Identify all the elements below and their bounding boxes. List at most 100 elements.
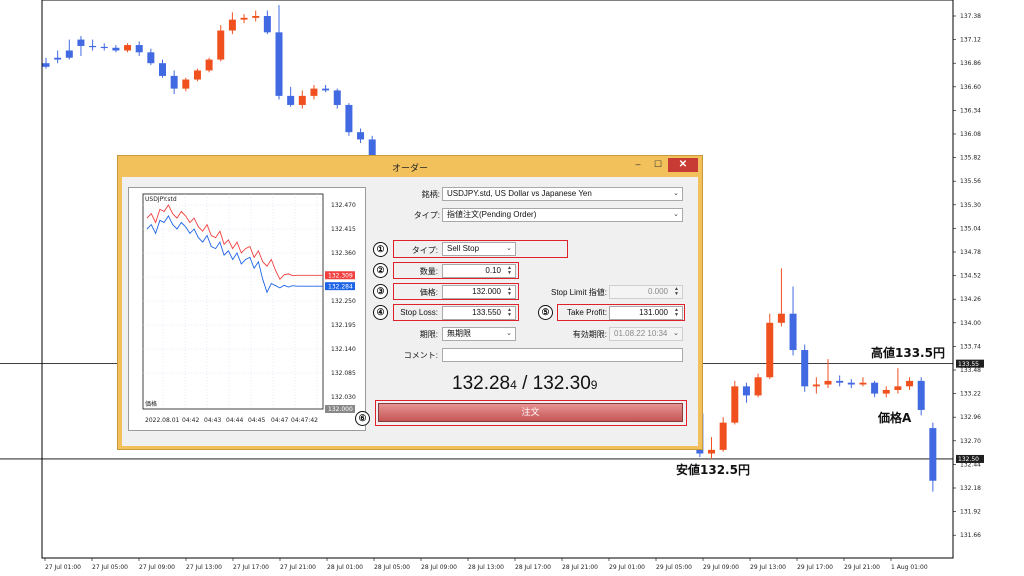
price-label: 価格: [419,288,438,297]
take-profit-stepper[interactable]: 131.000 ▲ ▼ [609,306,683,320]
candle-body [89,45,97,48]
spin-arrows-icon: ▲ ▼ [674,286,679,297]
price-axis-label: 133.74 [960,343,981,350]
candle-body [929,428,937,481]
candle-body [882,389,890,394]
candle [112,45,120,53]
candle [719,417,727,452]
candle-body [240,17,248,20]
bid-price-tag-text: 132.284 [328,283,353,290]
candle-body [147,52,155,64]
spin-arrows-icon[interactable]: ▲ ▼ [505,266,514,276]
candle-body [135,45,143,53]
tick-chart-panel: USDJPY.std 132.470 132.415 132.360 132.250 13… [128,187,366,431]
candle [298,90,306,109]
order-type-select[interactable]: Sell Stop ⌄ [442,242,516,256]
stop-limit-stepper: 0.000 ▲ ▼ [609,285,683,299]
spin-arrows-icon[interactable]: ▲ ▼ [505,287,514,297]
price-axis-label: 134.26 [960,296,981,303]
chevron-down-icon: ⌄ [506,330,512,337]
place-order-button[interactable]: 注文 [378,403,683,422]
bid-pip: 4 [510,378,517,392]
dialog-titlebar[interactable]: オーダー – ☐ ✕ [118,156,702,177]
candle-body [287,95,295,105]
maximize-button[interactable]: ☐ [649,158,667,172]
candle [777,268,785,327]
price-axis-label: 136.08 [960,131,981,138]
dialog-title: オーダー [391,163,428,173]
candle [77,35,85,56]
candle-body [847,382,855,385]
badge-3: ③ [373,284,388,299]
candle-body [112,47,120,51]
candle [100,43,108,51]
candle-body [54,57,62,60]
candle-body [310,88,318,96]
candle [742,382,750,403]
candle-body [345,104,353,133]
price-axis-label: 133.48 [960,367,981,374]
badge-2: ② [373,263,388,278]
symbol-select[interactable]: USDJPY.std, US Dollar vs Japanese Yen ⌄ [442,187,683,201]
candle-body [298,95,306,105]
candle [836,375,844,387]
price-axis-label: 136.86 [960,60,981,67]
time-axis-label: 29 Jul 01:00 [609,564,645,571]
candle [124,43,132,53]
candle [333,88,341,109]
low-price-tag-text: 132.50 [958,456,979,463]
candle-body [754,377,762,396]
take-profit-label: Take Profit: [566,308,607,317]
candle [789,286,797,356]
tick-time-label: 04:47 [271,417,288,424]
price-axis-label: 134.52 [960,273,981,280]
minimize-button[interactable]: – [629,158,647,172]
time-axis-label: 27 Jul 09:00 [139,564,175,571]
badge-1: ① [373,242,388,257]
candle-body [731,386,739,423]
tick-chart-frame [142,193,324,410]
time-axis-label: 27 Jul 01:00 [45,564,81,571]
candle [929,422,937,492]
spin-arrows-icon[interactable]: ▲ ▼ [672,308,681,318]
volume-stepper[interactable]: 0.10 ▲ ▼ [442,264,516,278]
price-axis-label: 135.56 [960,178,981,185]
candle [228,12,236,35]
candle-body [812,384,820,387]
spin-arrows-icon[interactable]: ▲ ▼ [505,308,514,318]
candle-body [766,322,774,378]
candle-body [859,382,867,385]
ask-price-tag-text: 132.309 [328,272,353,279]
price-stepper[interactable]: 132.000 ▲ ▼ [442,285,516,299]
price-axis-label: 132.18 [960,485,981,492]
symbol-select-value: USDJPY.std, US Dollar vs Japanese Yen [447,189,592,198]
candle-body [719,422,727,450]
expiry-select[interactable]: 無期限 ⌄ [442,327,516,341]
expiry-value: 無期限 [447,329,471,338]
candle [322,84,330,93]
price-axis-label: 135.82 [960,155,981,162]
candle [42,57,50,69]
type-select[interactable]: 指値注文(Pending Order) ⌄ [442,208,683,222]
candle [882,386,890,398]
candle-body [252,16,260,18]
type-label: タイプ: [413,211,440,220]
candle-body [742,386,750,396]
close-button[interactable]: ✕ [668,158,698,172]
candle-body [42,63,50,67]
price-axis-label: 135.04 [960,225,981,232]
comment-input[interactable] [442,348,683,362]
badge-4: ④ [373,305,388,320]
price-axis-label: 131.66 [960,532,981,539]
tick-time-label: 04:42 [182,417,199,424]
tick-price-label: 132.195 [331,322,356,329]
candle-body [777,313,785,323]
order-dialog: オーダー – ☐ ✕ USDJPY.std 132.470 132.415 132.3… [117,155,703,450]
candle-body [824,380,832,385]
tick-price-label: 132.140 [331,346,356,353]
candle-body [275,32,283,96]
candle [182,77,190,92]
stop-loss-stepper[interactable]: 133.550 ▲ ▼ [442,306,516,320]
price-axis-label: 133.22 [960,391,981,398]
high-annotation: 高値133.5円 [871,345,945,360]
